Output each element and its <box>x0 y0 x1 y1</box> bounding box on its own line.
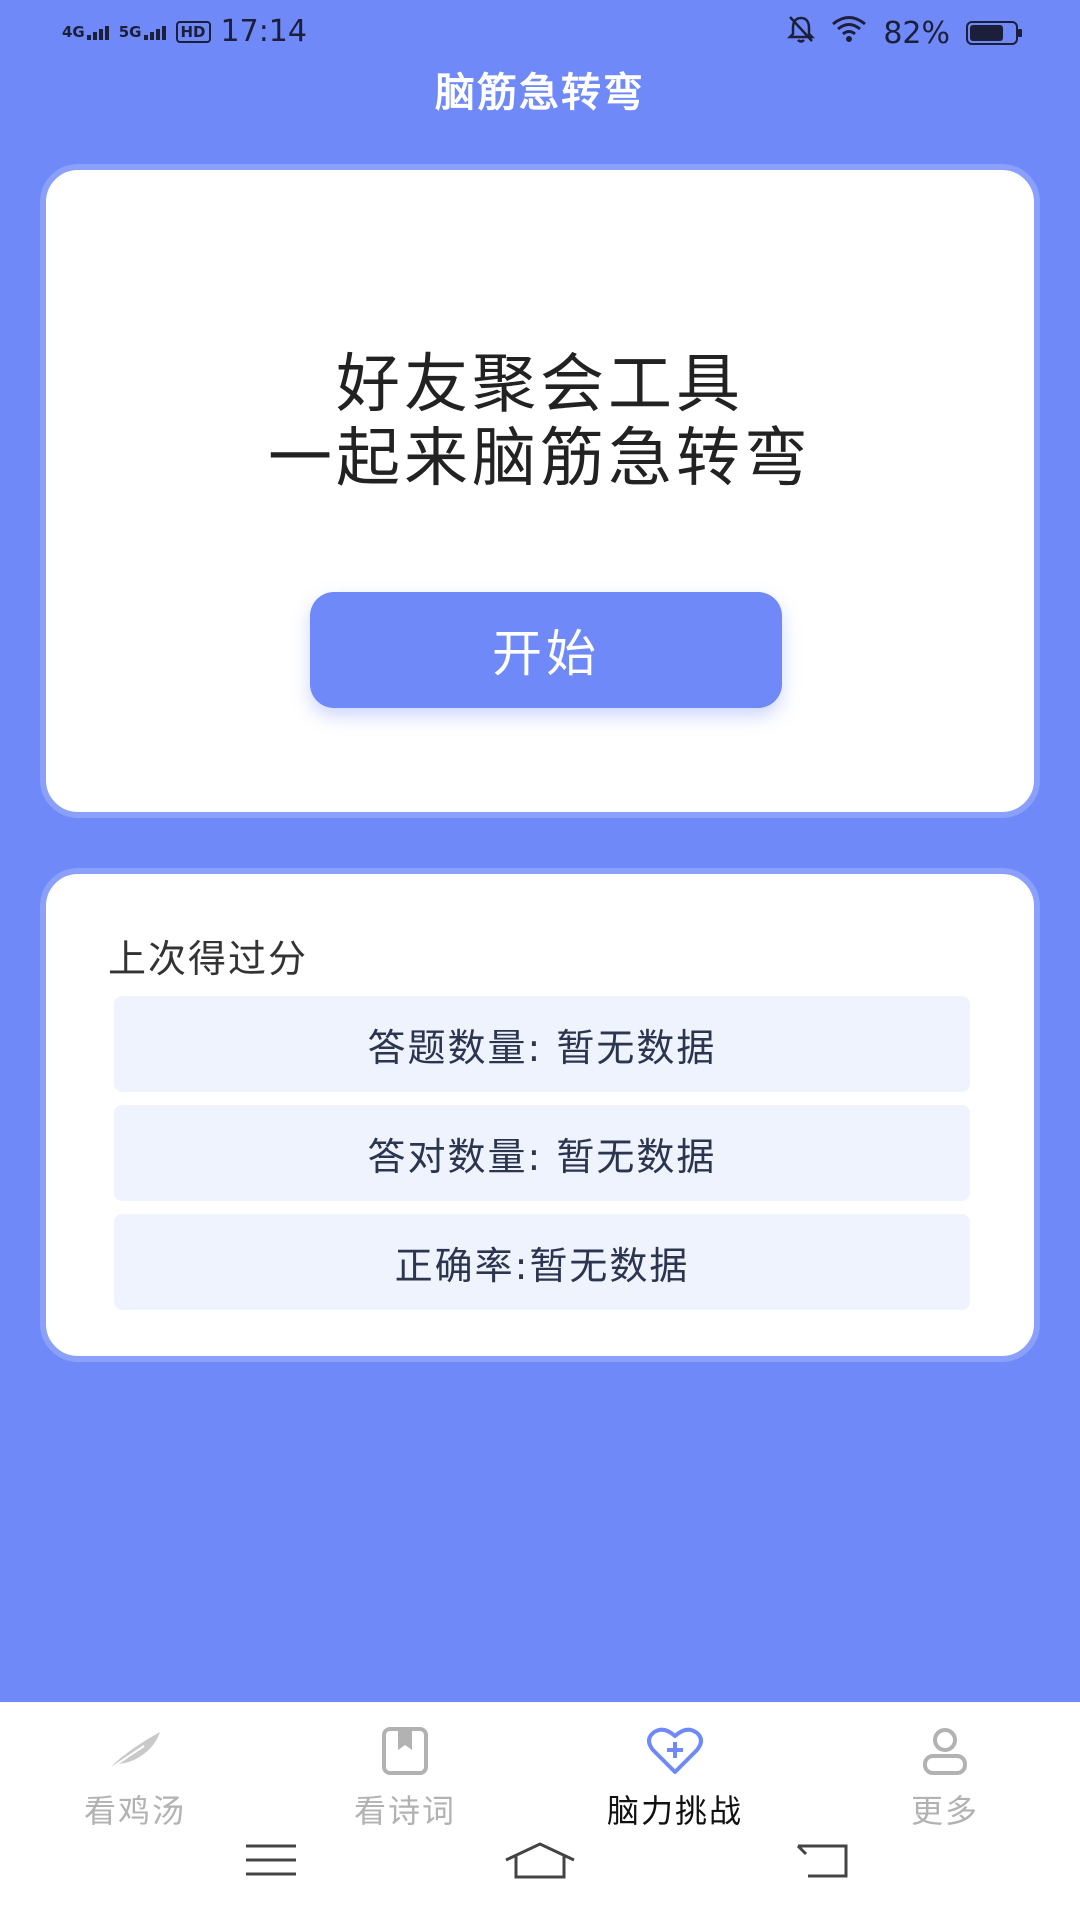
hero-line-1: 好友聚会工具 <box>336 348 744 422</box>
hero-line-2: 一起来脑筋急转弯 <box>268 422 812 496</box>
hero-text: 好友聚会工具 一起来脑筋急转弯 <box>46 348 1034 496</box>
book-icon <box>305 1724 505 1778</box>
score-row-accuracy: 正确率:暂无数据 <box>114 1214 970 1310</box>
tab-soup[interactable]: 看鸡汤 <box>35 1724 235 1832</box>
home-key-icon[interactable] <box>504 1840 576 1884</box>
battery-percent: 82% <box>883 15 950 51</box>
status-time: 17:14 <box>220 14 307 49</box>
tab-brain-challenge[interactable]: 脑力挑战 <box>575 1724 775 1832</box>
score-row-answered: 答题数量: 暂无数据 <box>114 996 970 1092</box>
status-bar: 4G 5G HD 17:14 82% <box>0 0 1080 66</box>
page-title: 脑筋急转弯 <box>435 70 645 116</box>
tab-poetry[interactable]: 看诗词 <box>305 1724 505 1832</box>
battery-icon <box>966 21 1022 45</box>
tab-more-label: 更多 <box>910 1792 979 1830</box>
back-key-icon[interactable] <box>796 1840 850 1884</box>
last-score-heading: 上次得过分 <box>108 937 309 981</box>
wifi-icon <box>831 15 867 51</box>
tab-brain-challenge-label: 脑力挑战 <box>606 1792 743 1830</box>
tab-more[interactable]: 更多 <box>845 1724 1045 1832</box>
tab-soup-label: 看鸡汤 <box>83 1792 186 1830</box>
last-score-card: 上次得过分 答题数量: 暂无数据 答对数量: 暂无数据 正确率:暂无数据 <box>40 868 1040 1362</box>
mute-bell-icon <box>787 14 816 52</box>
user-icon <box>845 1724 1045 1778</box>
menu-key-icon[interactable] <box>244 1840 298 1884</box>
network-type-5g: 5G <box>118 22 142 41</box>
score-row-correct: 答对数量: 暂无数据 <box>114 1105 970 1201</box>
system-nav-bar <box>0 1840 1080 1900</box>
feather-icon <box>35 1724 235 1778</box>
hd-icon: HD <box>175 20 211 43</box>
heart-plus-icon <box>575 1724 775 1778</box>
battery-fill <box>970 25 1003 41</box>
signal-4g-icon: 4G <box>62 24 109 40</box>
start-button[interactable]: 开始 <box>310 592 782 708</box>
signal-5g-icon: 5G <box>119 24 166 40</box>
hero-card: 好友聚会工具 一起来脑筋急转弯 开始 <box>40 164 1040 818</box>
network-type-4g: 4G <box>62 22 85 41</box>
tab-poetry-label: 看诗词 <box>353 1792 456 1830</box>
